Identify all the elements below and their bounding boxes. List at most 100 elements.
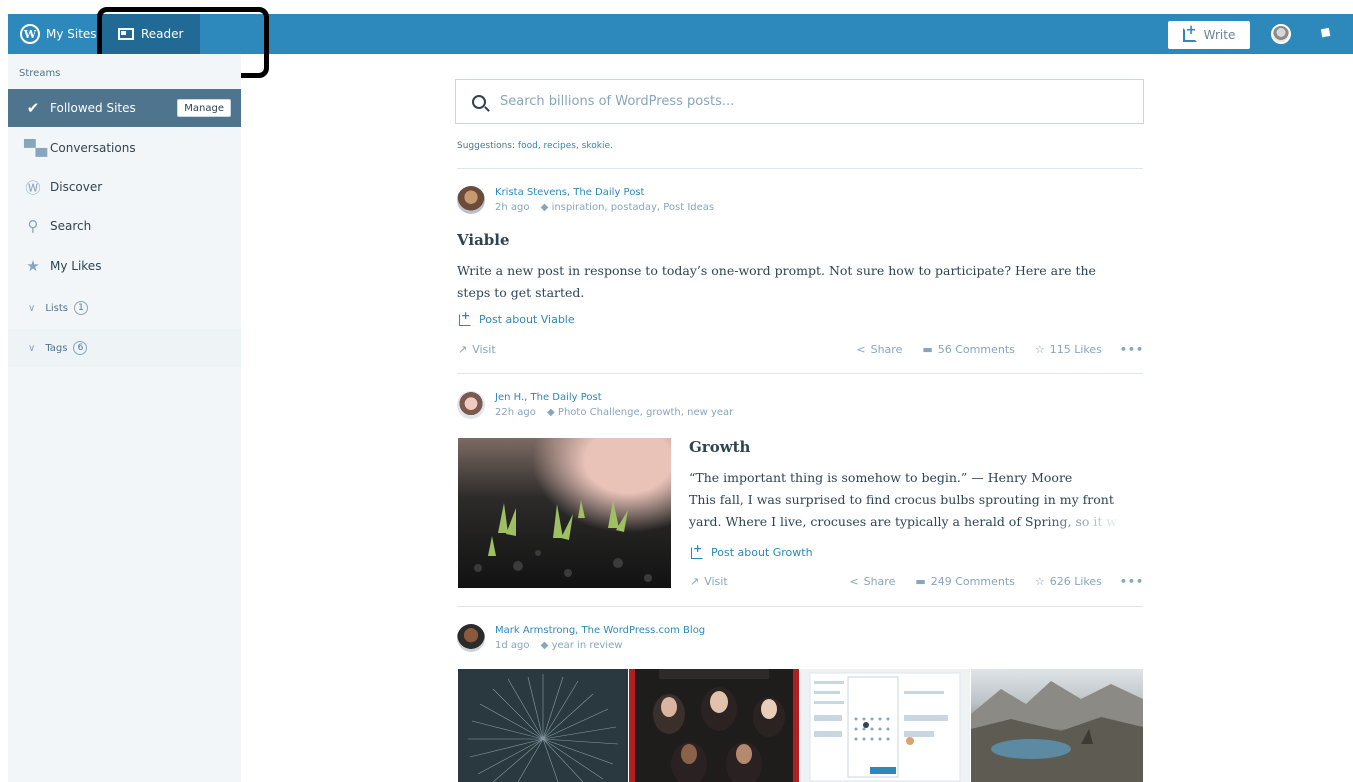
star-icon: ★ [26, 257, 40, 275]
suggestion-link[interactable]: recipes [544, 141, 576, 151]
tag-icon: ◆ [540, 640, 549, 651]
comments-button[interactable]: ▬ 249 Comments [915, 575, 1015, 588]
post-footer-actions: < Share ▬ 56 Comments ☆ 115 Likes ••• [836, 343, 1144, 356]
sidebar-group-label: Tags [45, 342, 68, 354]
more-options-icon[interactable]: ••• [1120, 575, 1144, 588]
write-icon [691, 542, 703, 559]
share-icon: < [849, 575, 859, 588]
author-avatar[interactable] [457, 186, 485, 214]
post-excerpt-line: “The important thing is somehow to begin… [689, 470, 1073, 485]
author-avatar[interactable] [457, 391, 485, 419]
sidebar-item-conversations[interactable]: ▀▄ Conversations [8, 129, 241, 167]
share-button[interactable]: < Share [856, 343, 902, 356]
crocus-sprouts-image [474, 500, 652, 582]
suggestion-link[interactable]: food [518, 141, 538, 151]
search-icon [472, 94, 486, 109]
write-button[interactable]: Write [1168, 21, 1250, 49]
tag-icon: ◆ [547, 407, 555, 418]
reader-icon [118, 28, 134, 40]
gallery-image-calendar-screenshot[interactable] [800, 669, 970, 782]
post-tags[interactable]: inspiration, postaday, Post Ideas [552, 202, 715, 213]
post-featured-image[interactable] [458, 438, 671, 588]
divider [457, 606, 1143, 607]
sidebar-item-label: Search [50, 219, 92, 233]
comments-button[interactable]: ▬ 56 Comments [922, 343, 1015, 356]
more-options-icon[interactable]: ••• [1120, 343, 1144, 356]
starburst-graphic [468, 674, 619, 782]
post-tags[interactable]: year in review [552, 640, 623, 651]
reader-sidebar: Streams ✔ Followed Sites Manage ▀▄ Conve… [8, 54, 241, 782]
my-sites-button[interactable]: W My Sites [20, 24, 97, 44]
post-about-button[interactable]: Post about Growth [691, 542, 813, 559]
streams-heading: Streams [19, 68, 61, 79]
post-time: 2h ago [495, 202, 530, 213]
chevron-down-icon: ∨ [28, 342, 36, 354]
gallery-image-magazine-cover[interactable] [629, 669, 799, 782]
post-header: Jen H., The Daily Post 22h ago ◆ Photo C… [457, 391, 733, 421]
sidebar-group-tags[interactable]: ∨ Tags 6 [8, 329, 241, 367]
mountain-lake-graphic [971, 681, 1143, 782]
comment-icon: ▬ [915, 575, 926, 588]
reader-label: Reader [141, 27, 184, 41]
post-meta: 1d ago ◆ year in review [495, 638, 705, 654]
like-button[interactable]: ☆ 626 Likes [1035, 575, 1102, 588]
search-icon: ⚲ [27, 217, 39, 235]
star-icon: ☆ [1034, 575, 1045, 588]
search-input[interactable] [500, 94, 1100, 109]
tags-count-badge: 6 [73, 341, 88, 355]
user-avatar[interactable] [1271, 24, 1291, 44]
sidebar-item-discover[interactable]: Ⓦ Discover [8, 168, 241, 206]
notifications-bell-icon[interactable]: ◆ [1316, 21, 1339, 45]
sidebar-item-label: Discover [50, 180, 103, 194]
divider [457, 168, 1143, 169]
post-meta: 22h ago ◆ Photo Challenge, growth, new y… [495, 405, 733, 421]
post-author-link[interactable]: Krista Stevens, The Daily Post [495, 186, 714, 200]
post-header: Krista Stevens, The Daily Post 2h ago ◆ … [457, 186, 714, 216]
gallery-image-mountains[interactable] [971, 669, 1143, 782]
like-button[interactable]: ☆ 115 Likes [1035, 343, 1102, 356]
comments-label: 56 Comments [937, 343, 1015, 356]
share-label: Share [863, 575, 896, 588]
author-avatar[interactable] [457, 624, 485, 652]
post-author-link[interactable]: Jen H., The Daily Post [495, 391, 733, 405]
post-about-label: Post about Viable [479, 313, 575, 326]
wordpress-icon: Ⓦ [25, 178, 41, 197]
search-suggestions: Suggestions: food, recipes, skokie. [457, 141, 613, 151]
gallery-image-starburst[interactable] [458, 669, 628, 782]
sidebar-item-search[interactable]: ⚲ Search [8, 207, 241, 245]
post-footer-actions: < Share ▬ 249 Comments ☆ 626 Likes ••• [829, 575, 1144, 588]
sidebar-item-my-likes[interactable]: ★ My Likes [8, 247, 241, 285]
post-tags[interactable]: Photo Challenge, growth, new year [558, 407, 733, 418]
check-circle-icon: ✔ [26, 99, 40, 117]
write-label: Write [1203, 28, 1236, 42]
write-icon [459, 309, 471, 326]
post-excerpt: Write a new post in response to today’s … [457, 263, 1096, 300]
calendar-screenshot-graphic [809, 672, 961, 782]
visit-link[interactable]: ↗ Visit [458, 343, 496, 356]
sidebar-group-lists[interactable]: ∨ Lists 1 [8, 289, 241, 327]
suggestion-link[interactable]: skokie. [582, 141, 613, 151]
sidebar-item-followed-sites[interactable]: ✔ Followed Sites Manage [8, 89, 241, 127]
post-about-label: Post about Growth [711, 546, 813, 559]
post-time: 1d ago [495, 640, 530, 651]
post-title[interactable]: Growth [689, 438, 750, 456]
divider [457, 373, 1143, 374]
wordpress-logo-icon: W [20, 24, 40, 44]
tag-icon: ◆ [540, 202, 549, 213]
excerpt-fade [1040, 512, 1145, 534]
visit-link[interactable]: ↗ Visit [690, 575, 728, 588]
manage-button[interactable]: Manage [177, 99, 231, 117]
suggestions-prefix: Suggestions: [457, 141, 516, 151]
visit-label: Visit [472, 343, 496, 356]
post-header: Mark Armstrong, The WordPress.com Blog 1… [457, 624, 705, 654]
share-button[interactable]: < Share [849, 575, 895, 588]
post-author-link[interactable]: Mark Armstrong, The WordPress.com Blog [495, 624, 705, 638]
sidebar-group-label: Lists [45, 302, 69, 314]
reader-button[interactable]: Reader [100, 14, 200, 54]
sidebar-item-label: My Likes [50, 259, 102, 273]
share-label: Share [870, 343, 903, 356]
post-title[interactable]: Viable [457, 231, 510, 249]
post-about-button[interactable]: Post about Viable [459, 309, 575, 326]
reader-search-bar[interactable] [455, 79, 1144, 124]
my-sites-label: My Sites [46, 27, 97, 41]
